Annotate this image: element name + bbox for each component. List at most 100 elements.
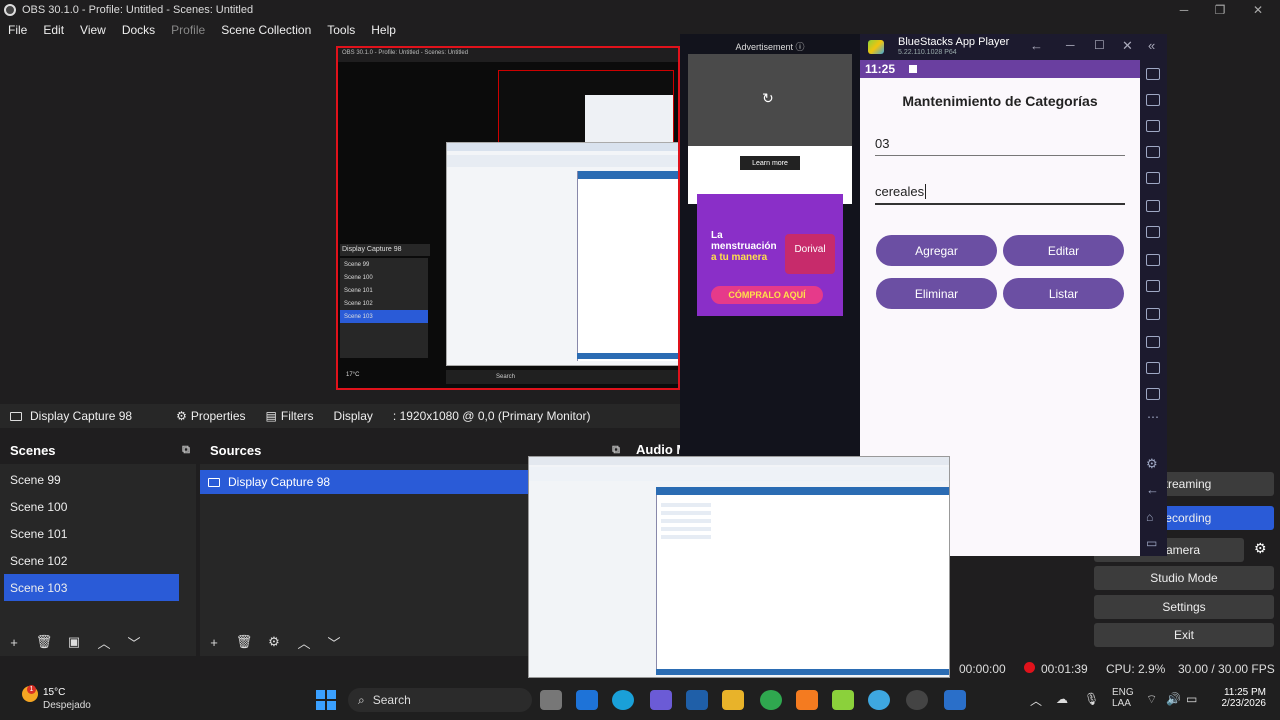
rotate-icon[interactable] xyxy=(1146,200,1160,212)
menu-profile[interactable]: Profile xyxy=(163,23,213,37)
recent-apps-icon[interactable]: ▭ xyxy=(1146,536,1157,550)
move-up-button[interactable]: ︿ xyxy=(294,632,314,652)
properties-button[interactable]: ⚙ Properties xyxy=(166,409,255,423)
minimize-button[interactable]: ─ xyxy=(1166,0,1202,20)
ad-banner[interactable]: La menstruación a tu manera Dorival CÓMP… xyxy=(697,194,843,316)
scene-item[interactable]: Scene 100 xyxy=(0,493,196,520)
vscode-icon[interactable] xyxy=(686,690,708,710)
move-up-button[interactable]: ︿ xyxy=(94,632,114,652)
studio-mode-button[interactable]: Studio Mode xyxy=(1094,566,1274,590)
maximize-button[interactable]: ❐ xyxy=(1202,0,1238,20)
settings-icon[interactable]: ⚙ xyxy=(1146,456,1158,472)
more-icon[interactable]: ⋯ xyxy=(1147,410,1159,424)
ad-video[interactable]: ↻ Learn more xyxy=(688,54,852,204)
back-icon[interactable]: ← xyxy=(1146,482,1159,497)
scenes-title: Scenes ⧉ xyxy=(0,436,196,464)
android-studio-icon[interactable] xyxy=(868,690,890,710)
preview-capture[interactable]: OBS 30.1.0 - Profile: Untitled - Scenes:… xyxy=(336,46,680,390)
delete-button[interactable]: Eliminar xyxy=(876,278,997,309)
source-item[interactable]: Display Capture 98 xyxy=(200,470,530,494)
copilot-icon[interactable] xyxy=(650,690,672,710)
volume-icon[interactable]: 🔊 xyxy=(1166,692,1181,706)
source-properties-button[interactable]: ⚙ xyxy=(264,632,284,652)
dock-undock-icon[interactable]: ⧉ xyxy=(612,444,620,457)
menu-edit[interactable]: Edit xyxy=(35,23,72,37)
screen-icon[interactable] xyxy=(1146,120,1160,132)
fullscreen-icon[interactable] xyxy=(1146,68,1160,80)
chrome-icon[interactable] xyxy=(760,690,782,710)
macro-icon[interactable] xyxy=(1146,172,1160,184)
record-icon[interactable] xyxy=(1146,308,1160,320)
battery-icon[interactable]: ▭ xyxy=(1186,692,1197,706)
store-icon[interactable] xyxy=(576,690,598,710)
airplane-icon[interactable] xyxy=(1146,362,1160,374)
task-view-icon[interactable] xyxy=(540,690,562,710)
cloud-icon[interactable]: ☁ xyxy=(1056,692,1068,706)
exit-button[interactable]: Exit xyxy=(1094,623,1274,647)
close-icon[interactable]: ✕ xyxy=(1122,38,1133,54)
virtual-camera-settings-icon[interactable]: ⚙ xyxy=(1254,540,1267,557)
display-label: Display xyxy=(333,409,373,423)
menu-view[interactable]: View xyxy=(72,23,114,37)
scene-item[interactable]: Scene 102 xyxy=(0,547,196,574)
settings-button[interactable]: Settings xyxy=(1094,595,1274,619)
move-down-button[interactable]: ﹀ xyxy=(324,632,344,652)
taskbar-thumbnail[interactable] xyxy=(528,456,950,678)
obs-logo-icon xyxy=(4,4,16,16)
maximize-icon[interactable]: ☐ xyxy=(1094,38,1105,52)
wifi-icon[interactable]: ⌔ xyxy=(1146,692,1157,707)
scene-item[interactable]: Scene 99 xyxy=(0,466,196,493)
microphone-icon[interactable]: 🎙 xyxy=(1084,692,1099,706)
menu-tools[interactable]: Tools xyxy=(319,23,363,37)
folder-icon[interactable] xyxy=(1146,388,1160,400)
filters-button[interactable]: ▤ Filters xyxy=(256,409,324,423)
edit-button[interactable]: Editar xyxy=(1003,235,1124,266)
bluestacks-icon[interactable] xyxy=(832,690,854,710)
mini-preview-window xyxy=(585,95,673,149)
screenshot-icon[interactable] xyxy=(1146,254,1160,266)
info-icon[interactable]: ⓘ xyxy=(796,42,805,52)
weather-desc: Despejado xyxy=(43,700,91,711)
camera-icon[interactable] xyxy=(1146,280,1160,292)
remove-scene-button[interactable]: 🗑 xyxy=(34,632,54,652)
close-button[interactable]: ✕ xyxy=(1240,0,1276,20)
add-button[interactable]: Agregar xyxy=(876,235,997,266)
taskbar-search[interactable]: ⌕ Search xyxy=(348,688,532,712)
remove-source-button[interactable]: 🗑 xyxy=(234,632,254,652)
xampp-icon[interactable] xyxy=(796,690,818,710)
scene-item[interactable]: Scene 101 xyxy=(0,520,196,547)
apk-icon[interactable] xyxy=(1146,226,1160,238)
add-source-button[interactable]: + xyxy=(204,632,224,652)
back-icon[interactable]: ← xyxy=(1030,38,1043,53)
clock[interactable]: 11:25 PM 2/23/2026 xyxy=(1214,687,1267,709)
window-title: OBS 30.1.0 - Profile: Untitled - Scenes:… xyxy=(22,4,254,16)
start-button[interactable] xyxy=(316,690,336,710)
collapse-sidebar-icon[interactable]: « xyxy=(1148,38,1155,53)
dock-undock-icon[interactable]: ⧉ xyxy=(182,444,190,457)
list-button[interactable]: Listar xyxy=(1003,278,1124,309)
code-input[interactable]: 03 xyxy=(875,136,1125,156)
home-icon[interactable]: ⌂ xyxy=(1146,510,1153,524)
obs-icon[interactable] xyxy=(906,690,928,710)
learn-more-button[interactable]: Learn more xyxy=(740,156,800,170)
add-scene-button[interactable]: + xyxy=(4,632,24,652)
volume-icon[interactable] xyxy=(1146,94,1160,106)
edge-icon[interactable] xyxy=(612,690,634,710)
mini-scenes: Scene 99 Scene 100 Scene 101 Scene 102 S… xyxy=(340,258,428,358)
menu-file[interactable]: File xyxy=(0,23,35,37)
gallery-icon[interactable] xyxy=(1146,336,1160,348)
category-name-input[interactable]: cereales xyxy=(875,184,1125,205)
scene-filters-button[interactable]: ▣ xyxy=(64,632,84,652)
menu-scene-collection[interactable]: Scene Collection xyxy=(213,23,319,37)
display-select[interactable]: : 1920x1080 @ 0,0 (Primary Monitor) xyxy=(383,409,601,423)
database-app-icon[interactable] xyxy=(944,690,966,710)
keyboard-icon[interactable] xyxy=(1146,146,1160,158)
move-down-button[interactable]: ﹀ xyxy=(124,632,144,652)
scene-item-selected[interactable]: Scene 103 xyxy=(4,574,179,601)
file-explorer-icon[interactable] xyxy=(722,690,744,710)
menu-help[interactable]: Help xyxy=(363,23,404,37)
show-hidden-icons[interactable]: ︿ xyxy=(1030,692,1042,709)
language-indicator[interactable]: ENG LAA xyxy=(1112,687,1134,709)
menu-docks[interactable]: Docks xyxy=(114,23,163,37)
minimize-icon[interactable]: ─ xyxy=(1066,38,1075,52)
